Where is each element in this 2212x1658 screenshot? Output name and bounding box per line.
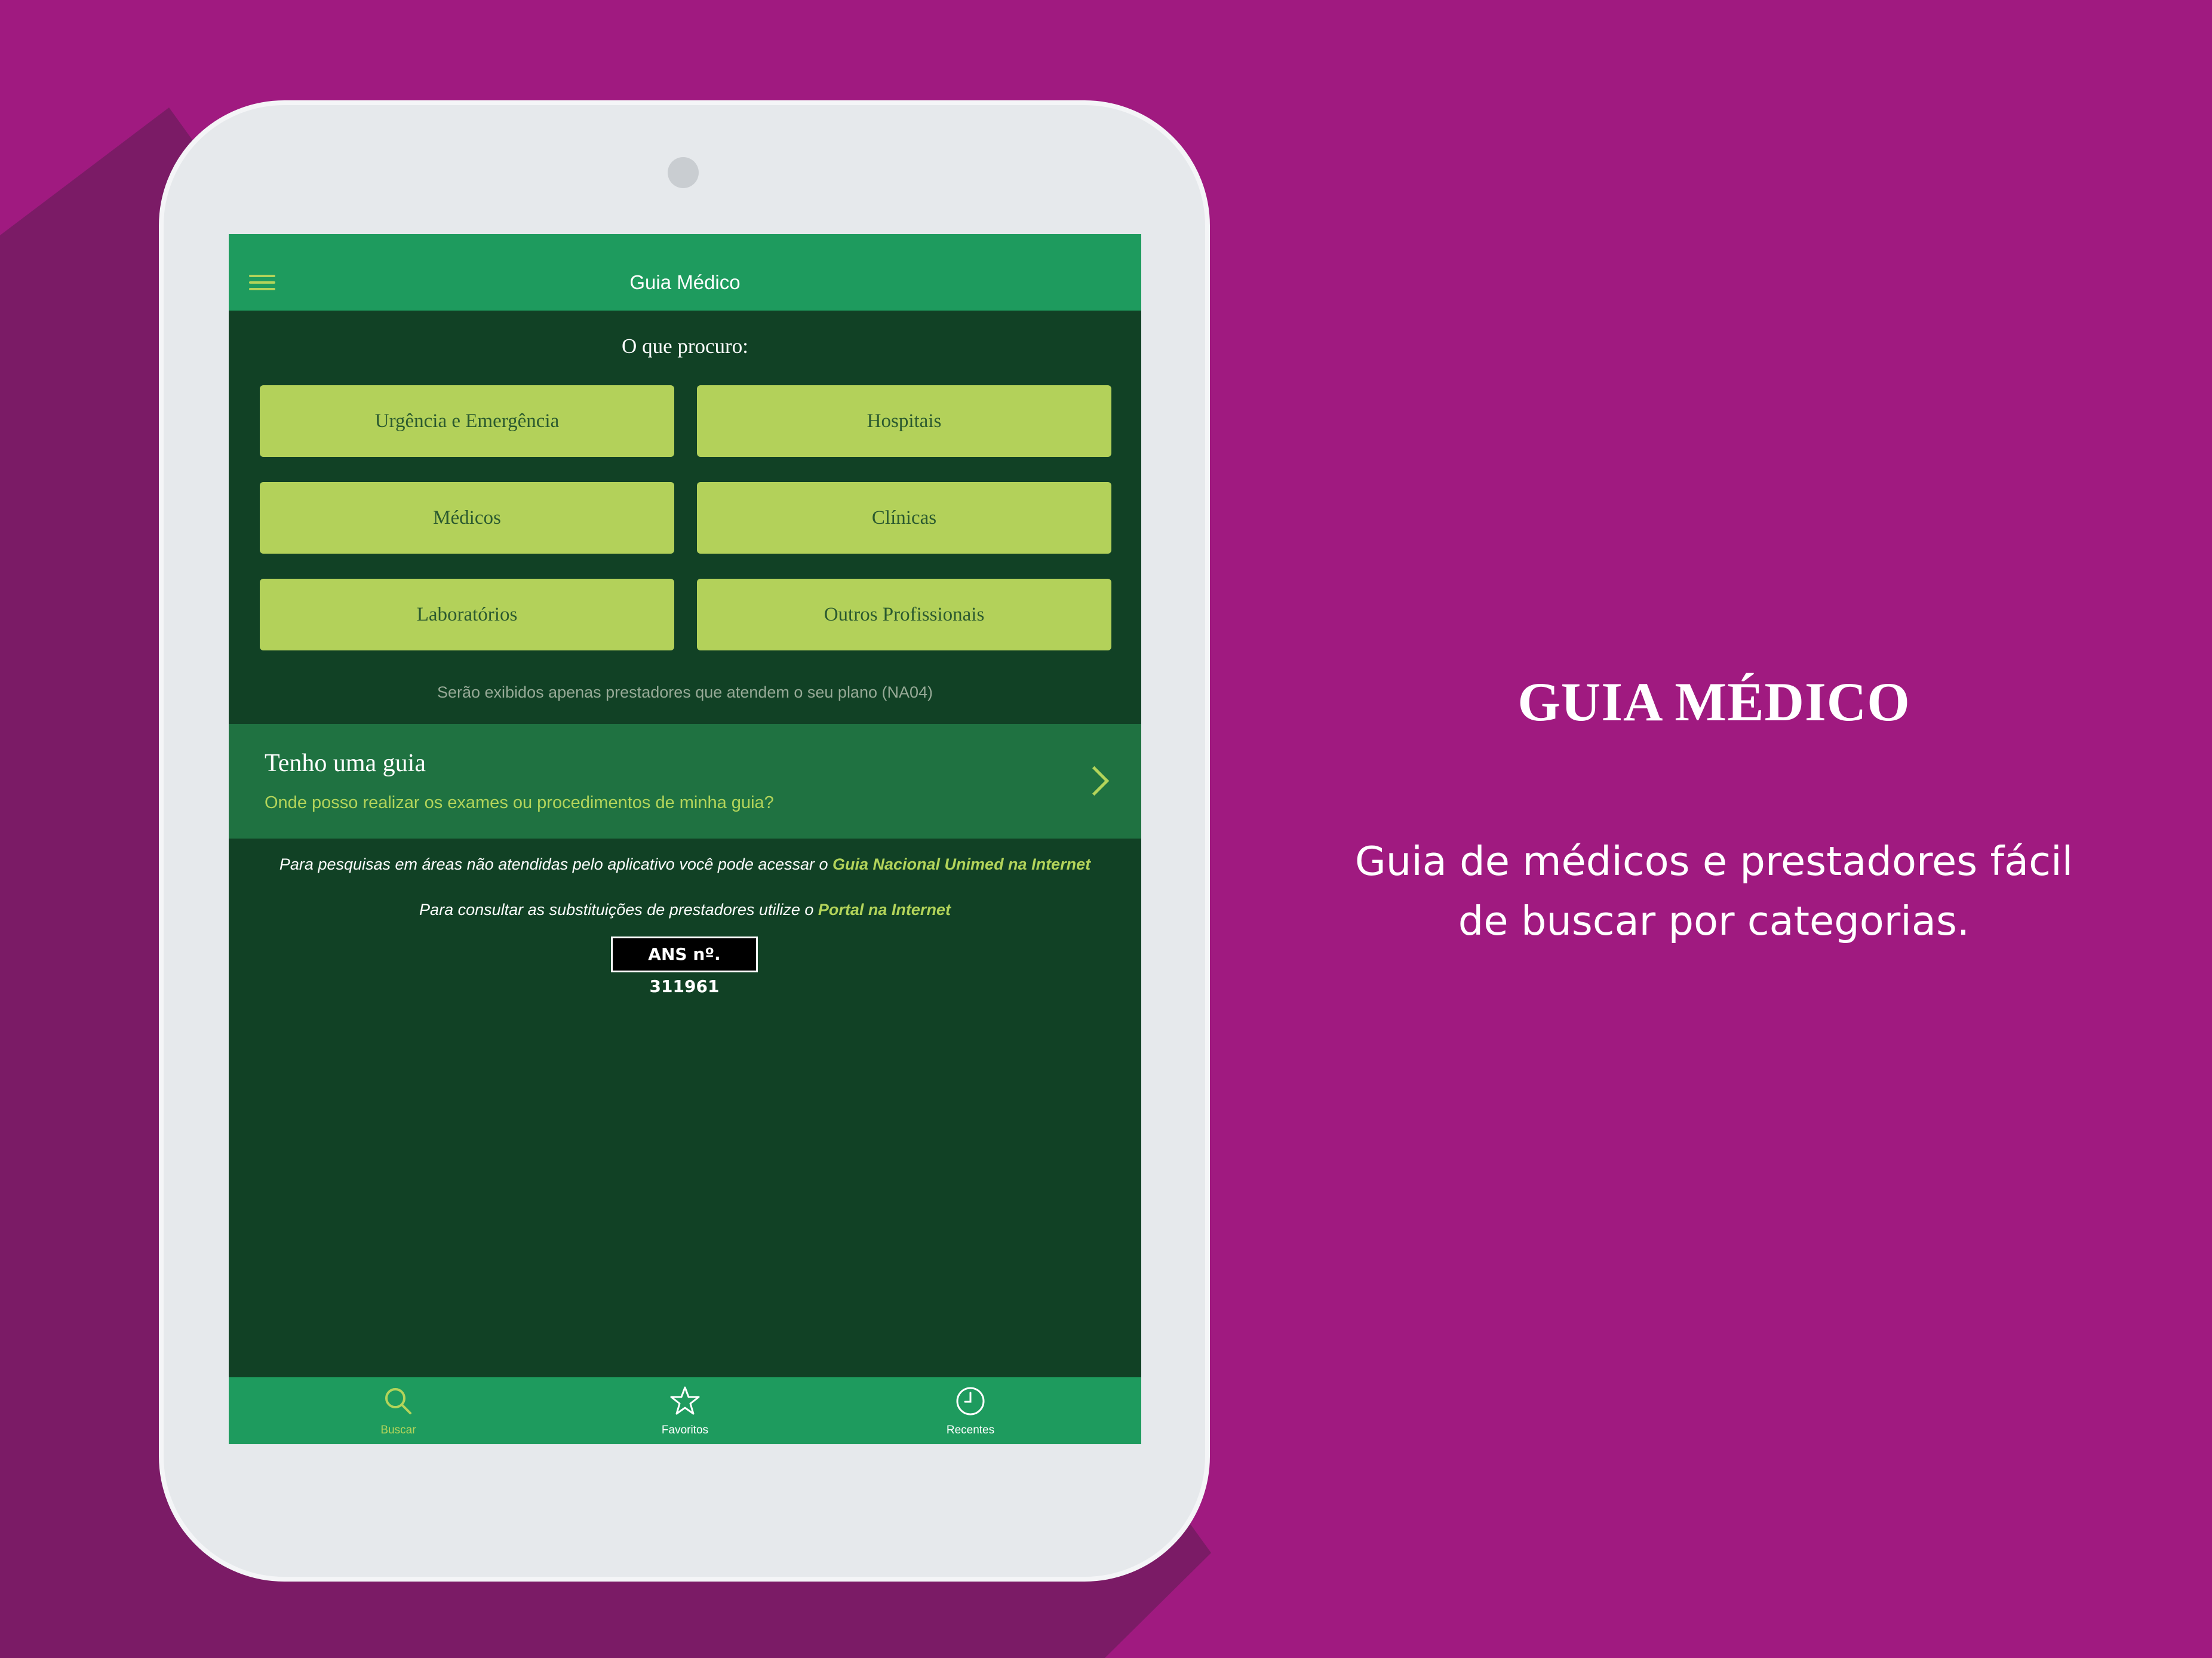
info-line-2: Para consultar as substituições de prest… xyxy=(229,901,1141,919)
category-hospitais-button[interactable]: Hospitais xyxy=(697,385,1111,457)
guia-nacional-link[interactable]: Guia Nacional Unimed na Internet xyxy=(832,855,1090,873)
category-clinicas-button[interactable]: Clínicas xyxy=(697,482,1111,554)
plan-note: Serão exibidos apenas prestadores que at… xyxy=(437,683,933,701)
guia-subtitle: Onde posso realizar os exames ou procedi… xyxy=(265,793,774,812)
tab-favoritos-label: Favoritos xyxy=(661,1424,709,1436)
category-laboratorios-button[interactable]: Laboratórios xyxy=(260,579,674,650)
app-title: Guia Médico xyxy=(629,271,741,293)
ans-badge: ANS nº. 311961 xyxy=(611,937,758,996)
tab-favoritos[interactable]: Favoritos xyxy=(595,1377,775,1444)
search-question: O que procuro: xyxy=(622,334,748,358)
tablet-camera xyxy=(668,157,699,188)
category-urgencia-button[interactable]: Urgência e Emergência xyxy=(260,385,674,457)
info-line-2-text: Para consultar as substituições de prest… xyxy=(419,901,818,919)
guia-title: Tenho uma guia xyxy=(265,750,426,777)
portal-internet-link[interactable]: Portal na Internet xyxy=(818,901,951,919)
tab-buscar[interactable]: Buscar xyxy=(309,1377,488,1444)
clock-icon xyxy=(956,1387,985,1416)
search-icon xyxy=(385,1388,411,1414)
info-line-1: Para pesquisas em áreas não atendidas pe… xyxy=(229,855,1141,874)
app-header: Guia Médico xyxy=(229,234,1141,311)
category-medicos-button[interactable]: Médicos xyxy=(260,482,674,554)
bottom-tab-bar: Buscar Favoritos Recentes xyxy=(229,1377,1141,1444)
app-screen: Guia Médico O que procuro: Urgência e Em… xyxy=(229,234,1141,1444)
star-icon xyxy=(670,1386,700,1415)
tab-recentes[interactable]: Recentes xyxy=(881,1377,1060,1444)
chevron-right-icon xyxy=(1079,766,1110,796)
tenho-uma-guia-row[interactable]: Tenho uma guia Onde posso realizar os ex… xyxy=(229,724,1141,839)
promo-headline: GUIA MÉDICO xyxy=(1517,671,1910,732)
info-line-1-text: Para pesquisas em áreas não atendidas pe… xyxy=(279,855,832,873)
category-outros-button[interactable]: Outros Profissionais xyxy=(697,579,1111,650)
promo-description: Guia de médicos e prestadores fácil de b… xyxy=(1354,838,2073,944)
tab-buscar-label: Buscar xyxy=(380,1424,416,1436)
tab-recentes-label: Recentes xyxy=(946,1424,995,1436)
